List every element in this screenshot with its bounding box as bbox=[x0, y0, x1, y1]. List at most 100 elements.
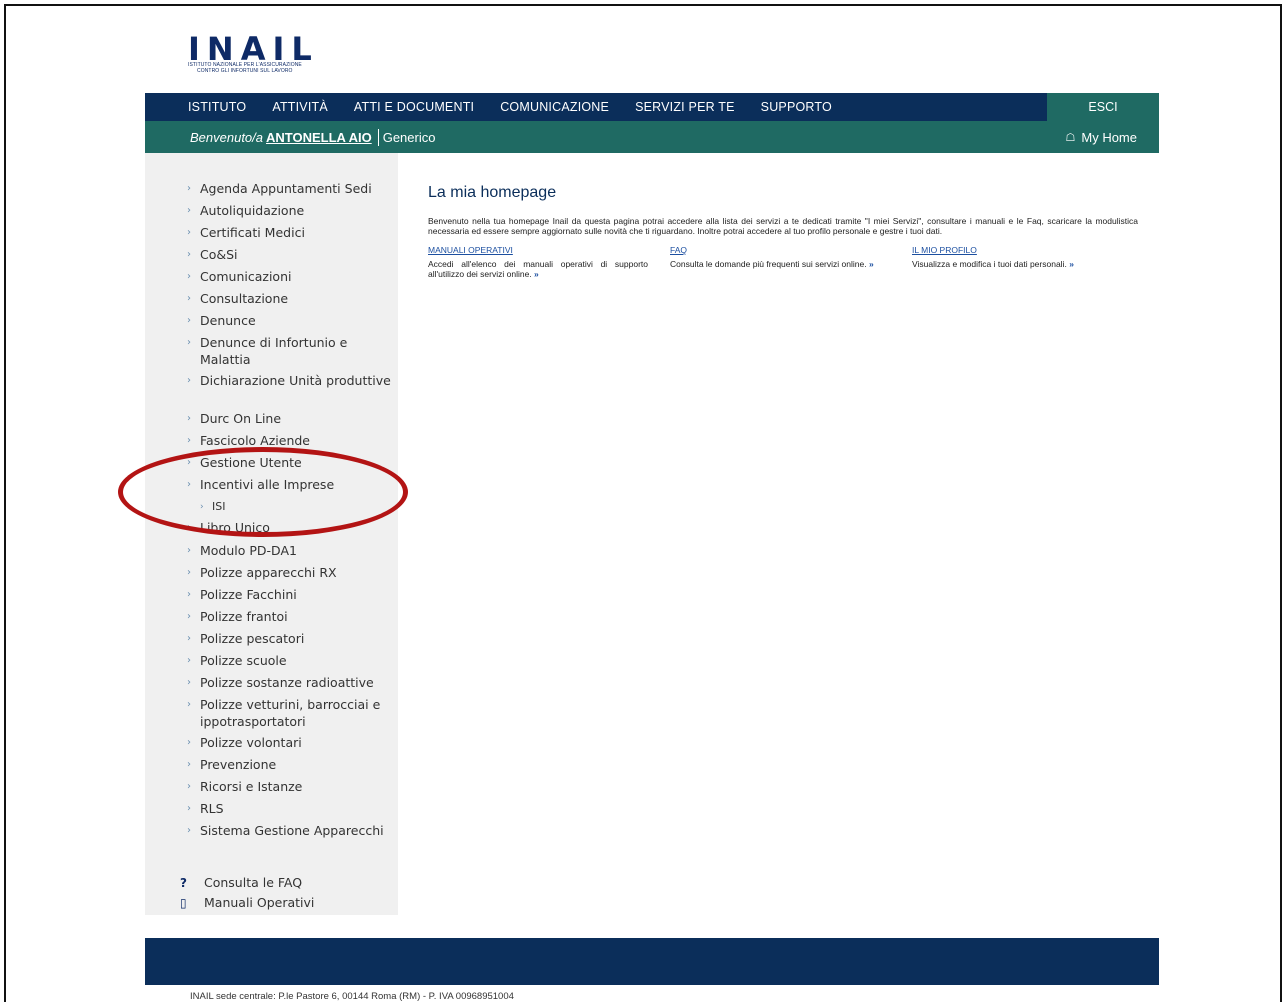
chevron-right-icon: › bbox=[187, 227, 191, 238]
sidebar-item-polizze-vetturini[interactable]: › Polizze vetturini, barrocciai e ippotra… bbox=[145, 697, 398, 735]
nav-atti-e-documenti[interactable]: ATTI E DOCUMENTI bbox=[354, 100, 474, 114]
sidebar-item-rls[interactable]: › RLS bbox=[145, 801, 398, 823]
faq-link[interactable]: ? Consulta le FAQ bbox=[180, 875, 400, 890]
more-arrow-icon[interactable]: » bbox=[869, 259, 874, 269]
quick-link-faq: FAQ Consulta le domande più frequenti su… bbox=[670, 245, 890, 279]
sidebar-item-fascicolo-aziende[interactable]: › Fascicolo Aziende bbox=[145, 433, 398, 455]
sidebar-item-label: Polizze apparecchi RX bbox=[200, 565, 337, 580]
sidebar-item-ricorsi-e-istanze[interactable]: › Ricorsi e Istanze bbox=[145, 779, 398, 801]
more-arrow-icon[interactable]: » bbox=[1069, 259, 1074, 269]
chevron-right-icon: › bbox=[187, 249, 191, 260]
chevron-right-icon: › bbox=[187, 457, 191, 468]
sidebar-item-incentivi-alle-imprese[interactable]: › Incentivi alle Imprese bbox=[145, 477, 398, 499]
nav-supporto[interactable]: SUPPORTO bbox=[761, 100, 832, 114]
sidebar-item-libro-unico[interactable]: › Libro Unico bbox=[145, 520, 398, 543]
quick-link-profilo: IL MIO PROFILO Visualizza e modifica i t… bbox=[912, 245, 1132, 279]
page-title: La mia homepage bbox=[428, 184, 557, 201]
nav-istituto[interactable]: ISTITUTO bbox=[188, 100, 246, 114]
logo-wordmark: INAIL bbox=[188, 30, 319, 68]
chevron-right-icon: › bbox=[187, 479, 191, 490]
chevron-right-icon: › bbox=[187, 522, 191, 533]
faq-label: Consulta le FAQ bbox=[204, 875, 303, 890]
sidebar-item-label: Polizze scuole bbox=[200, 653, 287, 668]
sidebar-item-label: Autoliquidazione bbox=[200, 203, 305, 218]
nav-servizi-per-te[interactable]: SERVIZI PER TE bbox=[635, 100, 735, 114]
user-name-link[interactable]: ANTONELLA AIO bbox=[263, 130, 372, 145]
question-mark-icon: ? bbox=[180, 875, 187, 890]
logo-tagline-2: CONTRO GLI INFORTUNI SUL LAVORO bbox=[197, 68, 293, 74]
sidebar-item-sistema-gestione-apparecchi[interactable]: › Sistema Gestione Apparecchi bbox=[145, 823, 398, 861]
home-icon: ☖ bbox=[1065, 131, 1076, 144]
chevron-right-icon: › bbox=[187, 375, 191, 386]
sidebar-item-polizze-frantoi[interactable]: › Polizze frantoi bbox=[145, 609, 398, 631]
description-text: Consulta le domande più frequenti sui se… bbox=[670, 259, 867, 269]
sidebar-item-polizze-facchini[interactable]: › Polizze Facchini bbox=[145, 587, 398, 609]
sidebar-item-polizze-sostanze-radioattive[interactable]: › Polizze sostanze radioattive bbox=[145, 675, 398, 697]
sidebar-item-label: Dichiarazione Unità produttive bbox=[200, 373, 391, 388]
sidebar-item-co-si[interactable]: › Co&Si bbox=[145, 247, 398, 269]
chevron-right-icon: › bbox=[187, 825, 191, 836]
my-home-link[interactable]: ☖ My Home bbox=[1066, 121, 1138, 153]
sidebar-item-denunce[interactable]: › Denunce bbox=[145, 313, 398, 335]
nav-attivita[interactable]: ATTIVITÀ bbox=[272, 100, 328, 114]
chevron-right-icon: › bbox=[187, 205, 191, 216]
inail-logo[interactable]: INAIL ISTITUTO NAZIONALE PER L'ASSICURAZ… bbox=[188, 30, 328, 76]
my-home-label: My Home bbox=[1081, 129, 1137, 145]
sidebar-item-label: Consultazione bbox=[200, 291, 289, 306]
chevron-right-icon: › bbox=[187, 759, 191, 770]
chevron-right-icon: › bbox=[187, 315, 191, 326]
sidebar-item-label: RLS bbox=[200, 801, 224, 816]
chevron-right-icon: › bbox=[187, 183, 191, 194]
sidebar-item-label: Polizze sostanze radioattive bbox=[200, 675, 374, 690]
sidebar-item-consultazione[interactable]: › Consultazione bbox=[145, 291, 398, 313]
sidebar-item-label: Polizze volontari bbox=[200, 735, 302, 750]
main-content: La mia homepage Benvenuto nella tua home… bbox=[428, 184, 1138, 279]
sidebar-item-dichiarazione-unita-produttive[interactable]: › Dichiarazione Unità produttive bbox=[145, 373, 398, 411]
chevron-right-icon: › bbox=[187, 611, 191, 622]
more-arrow-icon[interactable]: » bbox=[534, 269, 539, 279]
footer-address: INAIL sede centrale: P.le Pastore 6, 001… bbox=[190, 991, 514, 1002]
welcome-bar: Benvenuto/a ANTONELLA AIO Generico ☖ My H… bbox=[145, 121, 1159, 153]
chevron-right-icon: › bbox=[187, 293, 191, 304]
chevron-right-icon: › bbox=[187, 435, 191, 446]
chevron-right-icon: › bbox=[187, 589, 191, 600]
welcome-greeting: Benvenuto/a ANTONELLA AIO bbox=[145, 130, 372, 145]
sidebar-item-comunicazioni[interactable]: › Comunicazioni bbox=[145, 269, 398, 291]
manuals-label: Manuali Operativi bbox=[204, 895, 315, 910]
sidebar-item-certificati-medici[interactable]: › Certificati Medici bbox=[145, 225, 398, 247]
sidebar-item-label: Denunce bbox=[200, 313, 256, 328]
sidebar-item-modulo-pd-da1[interactable]: › Modulo PD-DA1 bbox=[145, 543, 398, 565]
sidebar-item-label: Polizze Facchini bbox=[200, 587, 297, 602]
nav-comunicazione[interactable]: COMUNICAZIONE bbox=[500, 100, 609, 114]
manuali-operativi-link[interactable]: MANUALI OPERATIVI bbox=[428, 245, 513, 255]
sidebar-item-agenda-appuntamenti-sedi[interactable]: › Agenda Appuntamenti Sedi bbox=[145, 181, 398, 203]
sidebar-item-label: ISI bbox=[212, 500, 226, 513]
sidebar-subitem-isi[interactable]: › ISI bbox=[145, 499, 398, 520]
logout-button[interactable]: ESCI bbox=[1047, 93, 1159, 121]
sidebar-item-polizze-pescatori[interactable]: › Polizze pescatori bbox=[145, 631, 398, 653]
sidebar-item-durc-on-line[interactable]: › Durc On Line bbox=[145, 411, 398, 433]
il-mio-profilo-link[interactable]: IL MIO PROFILO bbox=[912, 245, 977, 255]
chevron-right-icon: › bbox=[187, 545, 191, 556]
chevron-right-icon: › bbox=[187, 699, 191, 710]
sidebar-item-denunce-infortunio-malattia[interactable]: › Denunce di Infortunio e Malattia bbox=[145, 335, 398, 373]
sidebar-item-label: Fascicolo Aziende bbox=[200, 433, 310, 448]
sidebar-item-label: Durc On Line bbox=[200, 411, 282, 426]
sidebar-item-polizze-volontari[interactable]: › Polizze volontari bbox=[145, 735, 398, 757]
description-text: Visualizza e modifica i tuoi dati person… bbox=[912, 259, 1067, 269]
sidebar-item-label: Polizze frantoi bbox=[200, 609, 288, 624]
faq-link-main[interactable]: FAQ bbox=[670, 245, 687, 255]
sidebar-menu: › Agenda Appuntamenti Sedi › Autoliquidazi… bbox=[145, 181, 398, 861]
manuals-link[interactable]: ▯ Manuali Operativi bbox=[180, 895, 400, 910]
sidebar-item-gestione-utente[interactable]: › Gestione Utente bbox=[145, 455, 398, 477]
sidebar-item-autoliquidazione[interactable]: › Autoliquidazione bbox=[145, 203, 398, 225]
sidebar-item-polizze-apparecchi-rx[interactable]: › Polizze apparecchi RX bbox=[145, 565, 398, 587]
sidebar-item-label: Libro Unico bbox=[200, 520, 270, 535]
chevron-right-icon: › bbox=[200, 502, 204, 512]
chevron-right-icon: › bbox=[187, 567, 191, 578]
sidebar-item-polizze-scuole[interactable]: › Polizze scuole bbox=[145, 653, 398, 675]
chevron-right-icon: › bbox=[187, 737, 191, 748]
chevron-right-icon: › bbox=[187, 271, 191, 282]
sidebar-item-prevenzione[interactable]: › Prevenzione bbox=[145, 757, 398, 779]
sidebar-item-label: Sistema Gestione Apparecchi bbox=[200, 823, 384, 838]
